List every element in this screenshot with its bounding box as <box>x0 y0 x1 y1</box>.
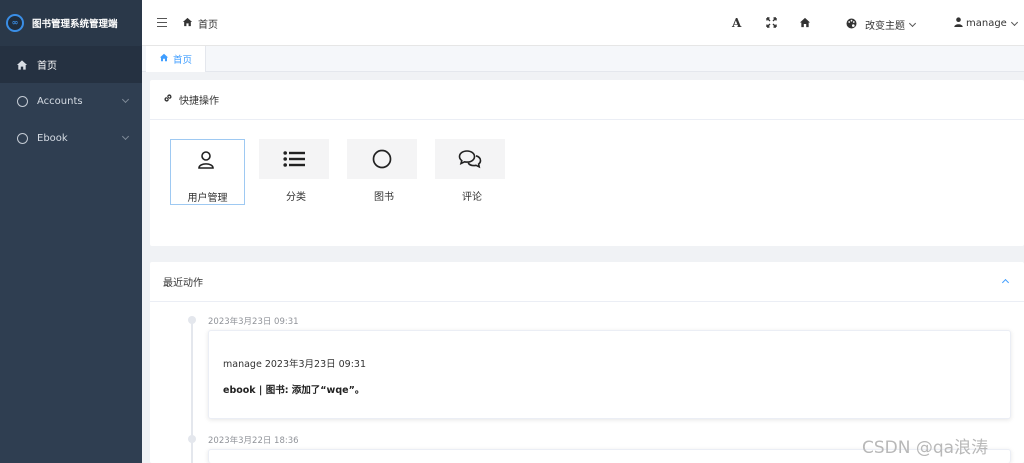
sidebar-item-ebook[interactable]: Ebook <box>0 120 142 157</box>
sidebar-item-label: Accounts <box>37 96 83 107</box>
timeline-entry-card: manage 2023年3月23日 09:31 ebook | 图书: 添加了“… <box>208 330 1011 419</box>
timeline-dot <box>188 435 196 443</box>
entry-actor-time: manage 2023年3月23日 09:31 <box>223 359 367 370</box>
shortcut-label: 分类 <box>286 192 306 203</box>
palette-icon <box>846 18 857 32</box>
shortcut-category[interactable]: 分类 <box>259 139 333 205</box>
sidebar-item-label: 首页 <box>37 61 57 72</box>
shortcut-user-management[interactable]: 用户管理 <box>170 139 245 205</box>
sidebar-item-home[interactable]: 首页 <box>0 46 142 83</box>
list-icon <box>259 139 329 179</box>
shortcut-comments[interactable]: 评论 <box>435 139 509 205</box>
shortcut-label: 评论 <box>462 192 482 203</box>
shortcut-label: 用户管理 <box>187 193 228 204</box>
font-size-icon[interactable]: A <box>732 16 741 30</box>
card-title: 快捷操作 <box>179 96 219 107</box>
home-icon <box>159 53 169 65</box>
circle-icon <box>16 96 28 108</box>
sidebar-item-label: Ebook <box>37 133 68 144</box>
circle-icon <box>347 139 417 179</box>
tab-bar: 首页 <box>142 46 1024 72</box>
circle-icon <box>16 133 28 145</box>
shortcut-label: 图书 <box>374 192 394 203</box>
watermark: CSDN @qa浪涛 <box>862 438 989 458</box>
timeline-time: 2023年3月22日 18:36 <box>208 436 299 446</box>
home-icon <box>16 59 28 71</box>
menu-toggle-icon[interactable] <box>157 18 167 27</box>
theme-dropdown[interactable]: 改变主题 <box>846 17 917 32</box>
breadcrumb-home[interactable]: 首页 <box>198 16 218 31</box>
comments-icon <box>435 139 505 179</box>
home-icon[interactable] <box>799 17 811 31</box>
tab-home[interactable]: 首页 <box>146 46 206 72</box>
quick-actions-card: 快捷操作 用户管理 分类 图书 评论 <box>150 80 1024 246</box>
brand[interactable]: ∞ 图书管理系统管理端 <box>0 0 142 46</box>
entry-description[interactable]: ebook | 图书: 添加了“wqe”。 <box>223 382 364 396</box>
shortcut-books[interactable]: 图书 <box>347 139 421 205</box>
card-header: 最近动作 <box>150 262 1024 302</box>
link-icon <box>163 93 173 106</box>
sidebar-item-accounts[interactable]: Accounts <box>0 83 142 120</box>
timeline-dot <box>188 316 196 324</box>
theme-label: 改变主题 <box>865 21 905 32</box>
shortcut-grid: 用户管理 分类 图书 评论 <box>170 139 523 205</box>
chevron-down-icon <box>1010 18 1018 26</box>
chevron-up-icon[interactable] <box>1001 278 1010 287</box>
user-icon <box>954 17 963 30</box>
chevron-down-icon <box>908 19 917 27</box>
timeline-time: 2023年3月23日 09:31 <box>208 317 299 327</box>
tab-label: 首页 <box>172 55 192 66</box>
home-icon <box>182 17 193 30</box>
fullscreen-icon[interactable] <box>766 17 777 31</box>
user-label: manage <box>966 18 1007 29</box>
card-title: 最近动作 <box>163 278 203 289</box>
user-icon <box>171 140 241 180</box>
card-header: 快捷操作 <box>150 80 1024 120</box>
breadcrumb: 首页 <box>182 16 218 31</box>
top-header: 首页 A 改变主题 manage <box>142 0 1024 46</box>
logo-icon: ∞ <box>6 14 24 32</box>
sidebar: ∞ 图书管理系统管理端 首页 Accounts Ebook <box>0 0 142 463</box>
chevron-down-icon <box>121 132 130 141</box>
chevron-down-icon <box>121 95 130 104</box>
brand-title: 图书管理系统管理端 <box>32 19 118 30</box>
user-dropdown[interactable]: manage <box>954 17 1018 30</box>
